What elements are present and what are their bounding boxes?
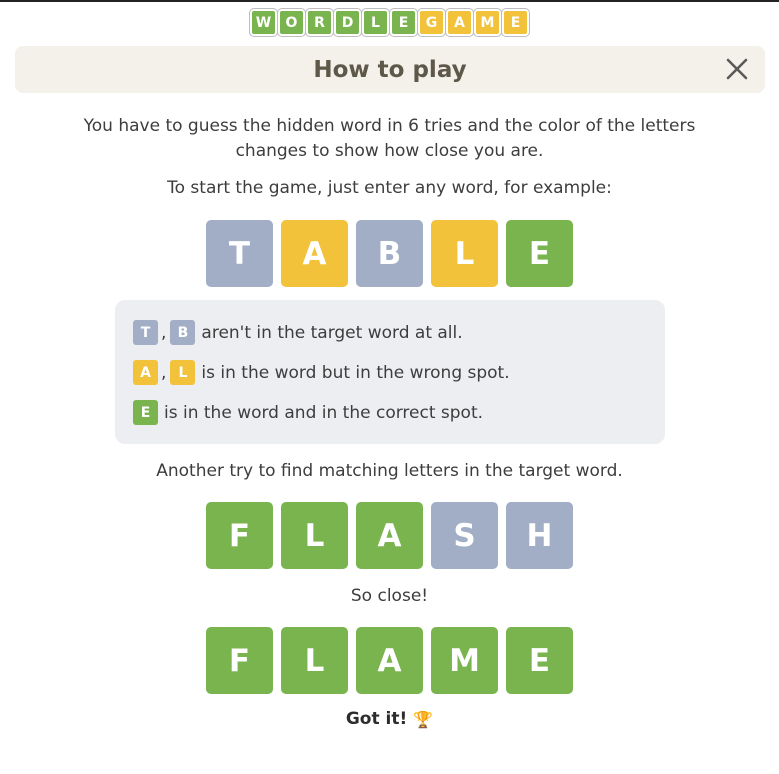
- logo-tile: L: [362, 9, 389, 36]
- trophy-icon: 🏆: [413, 709, 434, 729]
- intro-line-1: You have to guess the hidden word in 6 t…: [83, 116, 696, 136]
- logo-tile: R: [306, 9, 333, 36]
- legend-tile: L: [170, 360, 196, 385]
- letter-tile: A: [356, 627, 423, 694]
- letter-tile: E: [506, 627, 573, 694]
- letter-tile: F: [206, 627, 273, 694]
- letter-tile: F: [206, 502, 273, 569]
- letter-tile: A: [356, 502, 423, 569]
- legend-green: E is in the word and in the correct spot…: [133, 400, 483, 425]
- legend-separator: ,: [161, 362, 167, 383]
- legend-yellow-text: is in the word but in the wrong spot.: [201, 362, 510, 383]
- letter-tile: M: [431, 627, 498, 694]
- close-icon[interactable]: [725, 57, 749, 81]
- logo-tile: A: [446, 9, 473, 36]
- got-it-label: Got it!: [345, 709, 408, 729]
- another-try-text: Another try to find matching letters in …: [156, 461, 623, 481]
- logo-tile: E: [502, 9, 529, 36]
- letter-tile: S: [431, 502, 498, 569]
- start-instructions: To start the game, just enter any word, …: [167, 178, 612, 198]
- letter-tile: L: [281, 627, 348, 694]
- legend-gray: T , B aren't in the target word at all.: [133, 320, 463, 345]
- letter-tile: L: [281, 502, 348, 569]
- legend-yellow: A , L is in the word but in the wrong sp…: [133, 360, 510, 385]
- logo-tile: E: [390, 9, 417, 36]
- legend-gray-text: aren't in the target word at all.: [201, 322, 463, 343]
- logo-tile: M: [474, 9, 501, 36]
- letter-tile: B: [356, 220, 423, 287]
- letter-tile: H: [506, 502, 573, 569]
- legend-tile: A: [133, 360, 158, 385]
- letter-tile: A: [281, 220, 348, 287]
- wordle-game-logo: WORDLEGAME: [0, 9, 779, 36]
- legend-tile: B: [170, 320, 196, 345]
- example-word-table: TABLE: [0, 220, 779, 287]
- logo-tile: W: [250, 9, 277, 36]
- letter-tile: L: [431, 220, 498, 287]
- intro-line-2: changes to show how close you are.: [235, 141, 544, 161]
- color-legend: T , B aren't in the target word at all. …: [115, 300, 665, 444]
- letter-tile: E: [506, 220, 573, 287]
- letter-tile: T: [206, 220, 273, 287]
- legend-separator: ,: [161, 322, 167, 343]
- logo-tile: O: [278, 9, 305, 36]
- legend-green-text: is in the word and in the correct spot.: [164, 402, 484, 423]
- legend-tile: T: [133, 320, 158, 345]
- so-close-text: So close!: [350, 586, 429, 606]
- example-word-flame: FLAME: [0, 627, 779, 694]
- legend-tile: E: [133, 400, 158, 425]
- page-title: How to play: [313, 56, 467, 83]
- logo-tile: D: [334, 9, 361, 36]
- how-to-play-header: How to play: [15, 46, 765, 93]
- logo-tile: G: [418, 9, 445, 36]
- example-word-flash: FLASH: [0, 502, 779, 569]
- got-it-button[interactable]: Got it! 🏆: [0, 709, 779, 729]
